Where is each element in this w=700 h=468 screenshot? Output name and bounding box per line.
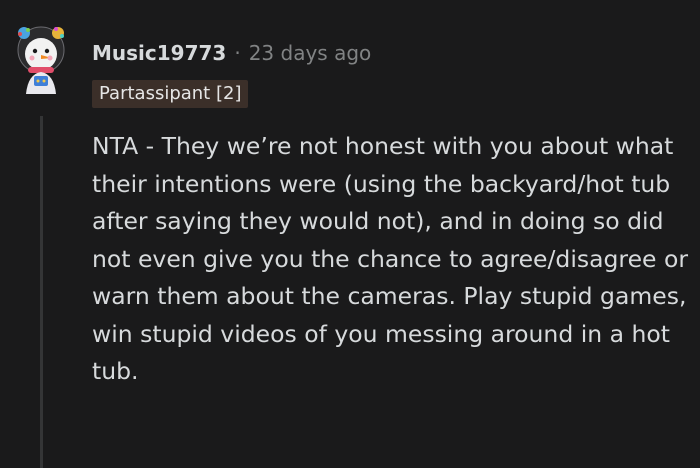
username-link[interactable]: Music19773 (92, 41, 226, 65)
meta-separator: · (234, 41, 241, 65)
comment: Music19773 · 23 days ago Partassipant [2… (0, 0, 700, 468)
comment-timestamp: 23 days ago (248, 41, 372, 65)
comment-meta: Music19773 · 23 days ago (92, 38, 371, 68)
user-flair: Partassipant [2] (92, 80, 249, 108)
snowman-avatar-icon[interactable] (12, 24, 70, 96)
thread-collapse-line[interactable] (40, 116, 43, 468)
comment-body: NTA - They we’re not honest with you abo… (92, 132, 689, 385)
